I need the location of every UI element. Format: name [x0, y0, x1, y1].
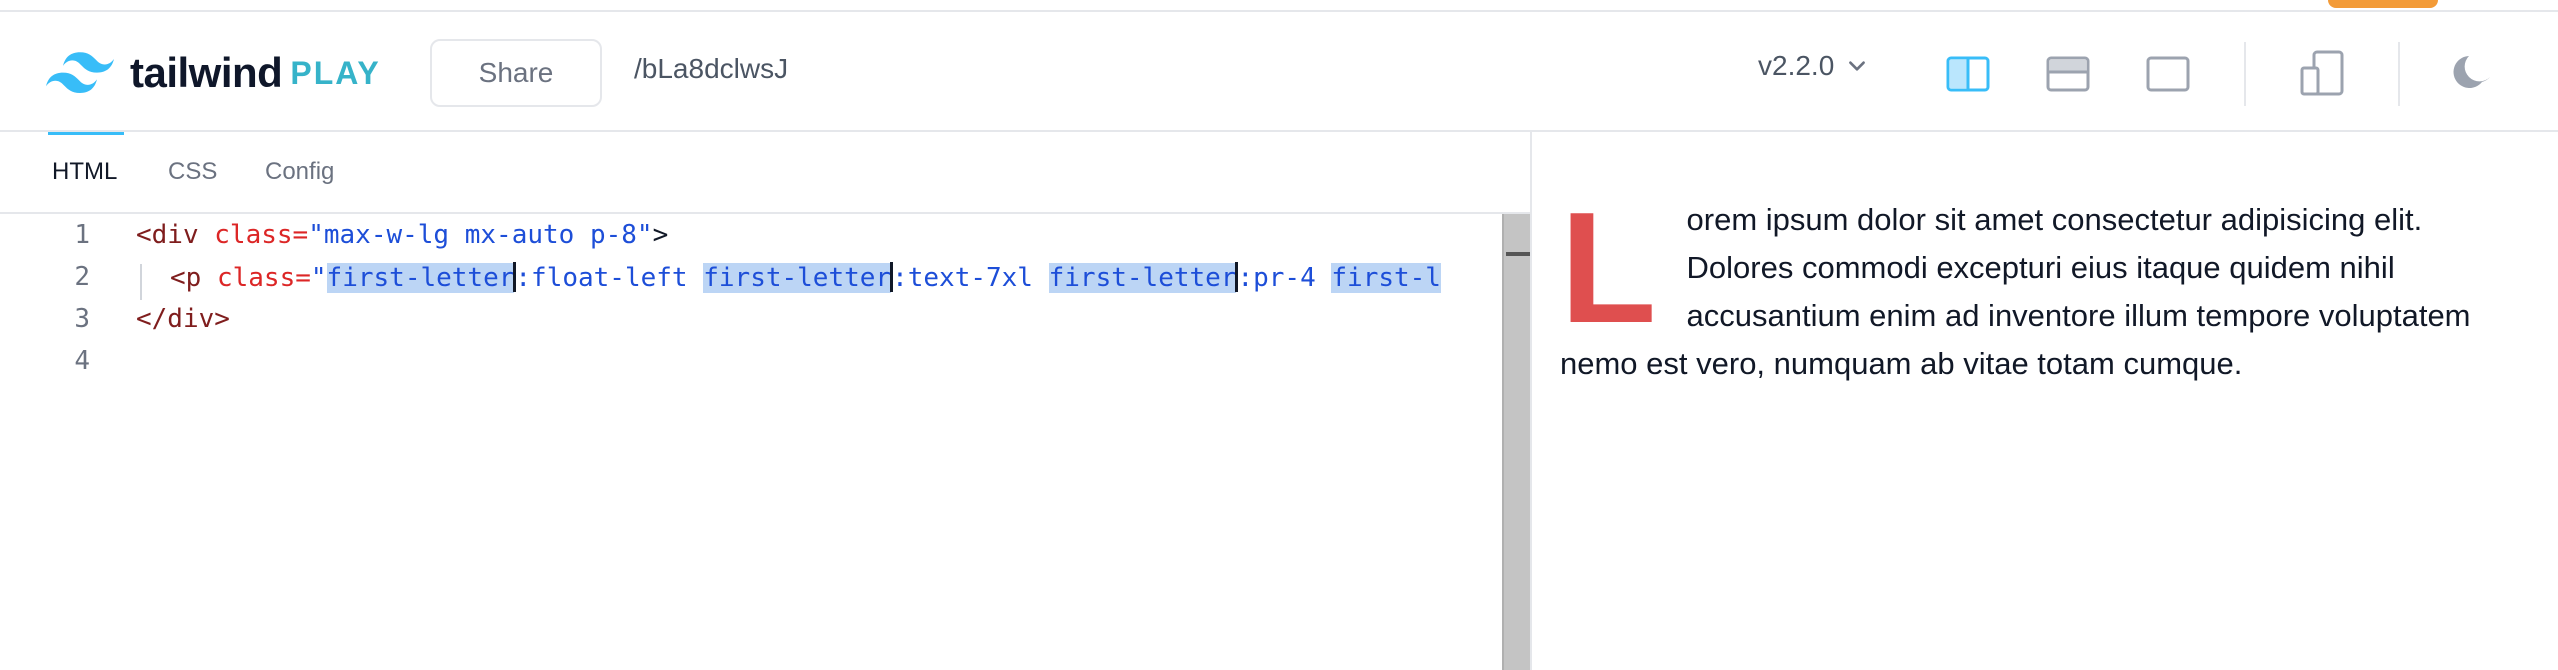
drop-cap-letter: L — [1560, 180, 1657, 356]
share-path[interactable]: /bLa8dclwsJ — [634, 53, 788, 85]
top-strip-badge — [2328, 0, 2438, 8]
header: tailwind PLAY Share /bLa8dclwsJ v2.2.0 — [0, 12, 2558, 132]
line-number: 2 — [74, 262, 90, 292]
layout-horizontal-split-icon[interactable] — [2046, 56, 2090, 92]
code-string: "max-w-lg mx-auto p-8" — [308, 220, 653, 250]
selection-highlight: first-letter — [326, 263, 515, 293]
line-number: 3 — [74, 304, 90, 334]
code-attr: class= — [201, 263, 311, 293]
preview-paragraph: Lorem ipsum dolor sit amet consectetur a… — [1560, 180, 2500, 388]
version-select[interactable]: v2.2.0 — [1758, 50, 1868, 82]
code-editor[interactable]: 1 2 3 4 <div class="max-w-lg mx-auto p-8… — [0, 214, 1530, 670]
code-quote: " — [310, 263, 327, 293]
code-string: :pr-4 — [1237, 263, 1332, 293]
chevron-down-icon — [1849, 61, 1866, 71]
header-divider — [2244, 42, 2246, 106]
code-tag-close: > — [652, 220, 669, 250]
moon-icon[interactable] — [2452, 52, 2494, 94]
selection-highlight: first-l — [1331, 263, 1441, 293]
layout-preview-only-icon[interactable] — [2146, 56, 2190, 92]
code-string: :text-7xl — [892, 263, 1049, 293]
selection-highlight: first-letter — [1048, 263, 1237, 293]
code-attr: class= — [198, 220, 309, 250]
scrollbar-mark — [1506, 252, 1530, 256]
code-string: :float-left — [515, 263, 704, 293]
logo[interactable]: tailwind PLAY — [46, 48, 381, 98]
code-line-1[interactable]: <div class="max-w-lg mx-auto p-8"> — [136, 220, 668, 250]
tab-css[interactable]: CSS — [168, 158, 217, 186]
brand-suffix: PLAY — [290, 54, 381, 91]
preview-text: orem ipsum dolor sit amet consectetur ad… — [1560, 202, 2471, 381]
code-tag-open: <div — [136, 220, 199, 250]
editor-tabs: HTML CSS Config — [0, 132, 1530, 214]
indent-guide — [140, 264, 142, 300]
brand-word: tailwind — [130, 49, 283, 96]
version-label: v2.2.0 — [1758, 50, 1835, 81]
active-tab-indicator — [48, 132, 124, 135]
preview-pane: Lorem ipsum dolor sit amet consectetur a… — [1560, 180, 2500, 388]
code-line-2[interactable]: <p class="first-letter:float-left first-… — [170, 262, 1441, 293]
code-line-3[interactable]: </div> — [136, 304, 230, 334]
editor-scrollbar[interactable] — [1502, 214, 1530, 670]
responsive-design-icon[interactable] — [2300, 50, 2344, 96]
code-tag-open: <p — [170, 263, 202, 293]
share-button[interactable]: Share — [430, 39, 602, 107]
top-strip — [0, 0, 2558, 12]
line-number: 1 — [74, 220, 90, 250]
layout-vertical-split-icon[interactable] — [1946, 56, 1990, 92]
line-number: 4 — [74, 346, 90, 376]
selection-highlight: first-letter — [703, 263, 892, 293]
header-divider — [2398, 42, 2400, 106]
tab-config[interactable]: Config — [265, 158, 334, 186]
pane-splitter[interactable] — [1530, 132, 1532, 670]
tab-html[interactable]: HTML — [52, 158, 117, 186]
code-tag-close: </div> — [136, 304, 230, 334]
tailwind-logo-icon — [46, 52, 114, 94]
